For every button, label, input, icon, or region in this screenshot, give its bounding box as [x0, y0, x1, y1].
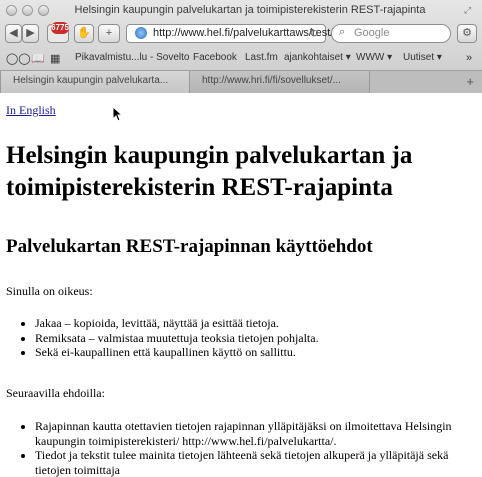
- fullscreen-icon[interactable]: ⤢: [464, 5, 476, 15]
- tab-inactive[interactable]: http://www.hri.fi/fi/sovellukset/...: [190, 71, 370, 93]
- book-icon[interactable]: 📖: [31, 52, 45, 65]
- list-item: Jakaa – kopioida, levittää, näyttää ja e…: [35, 316, 475, 331]
- tab-label: Helsingin kaupungin palvelukarta...: [13, 75, 169, 86]
- gear-icon: ⚙: [462, 27, 472, 39]
- search-field[interactable]: ⌕ Google: [331, 24, 451, 43]
- more-chevron-icon[interactable]: »: [466, 52, 472, 64]
- bookmark-item[interactable]: Pikavalmistu...lu - Sovelto: [75, 52, 190, 63]
- add-bookmark-button[interactable]: +: [98, 24, 120, 43]
- globe-icon: [135, 27, 147, 39]
- hand-icon: ✋: [77, 27, 91, 39]
- url-text: http://www.hel.fi/palvelukarttaws/rest/: [153, 27, 334, 39]
- page-title: Helsingin kaupungin palvelukartan ja toi…: [6, 142, 413, 201]
- conditions-intro: Seuraavilla ehdoilla:: [6, 386, 105, 400]
- reading-list-icon[interactable]: ◯◯: [6, 52, 31, 65]
- list-item: Rajapinnan kautta otettavien tietojen ra…: [35, 419, 475, 448]
- bookmark-folder[interactable]: WWW ▾: [356, 52, 392, 63]
- english-link[interactable]: In English: [6, 103, 56, 118]
- close-window-button[interactable]: [6, 5, 17, 16]
- list-item: Tiedot ja tekstit tulee mainita tietojen…: [35, 448, 475, 477]
- back-arrow-icon: ◀: [9, 27, 18, 39]
- bookmark-folder[interactable]: ajankohtaiset ▾: [284, 52, 351, 63]
- mouse-pointer-icon: [112, 106, 122, 122]
- title-bar: Helsingin kaupungin palvelukartan ja toi…: [0, 0, 482, 22]
- settings-button[interactable]: ⚙: [457, 24, 477, 43]
- back-button[interactable]: ◀: [5, 24, 22, 43]
- rights-list: Jakaa – kopioida, levittää, näyttää ja e…: [0, 316, 475, 360]
- bookmark-folder[interactable]: Uutiset ▾: [403, 52, 442, 63]
- toolbar: ◀ ▶ 6775 ✋ + http://www.hel.fi/palveluka…: [0, 22, 482, 46]
- zoom-window-button[interactable]: [38, 5, 49, 16]
- privacy-button[interactable]: ✋: [74, 24, 94, 43]
- search-placeholder: Google: [354, 27, 390, 39]
- browser-chrome: Helsingin kaupungin palvelukartan ja toi…: [0, 0, 482, 93]
- search-icon: ⌕: [339, 26, 346, 38]
- conditions-list: Rajapinnan kautta otettavien tietojen ra…: [0, 419, 475, 477]
- list-item: Sekä ei-kaupallinen että kaupallinen käy…: [35, 345, 475, 360]
- plus-icon: +: [105, 27, 113, 39]
- page-subtitle: Palvelukartan REST-rajapinnan käyttöehdo…: [6, 236, 373, 257]
- top-sites-icon[interactable]: ▦: [50, 52, 60, 65]
- tab-bar: Helsingin kaupungin palvelukarta... http…: [0, 70, 482, 93]
- notification-badge: 6775: [51, 22, 69, 34]
- bookmark-item[interactable]: Facebook: [193, 52, 237, 63]
- list-item: Remiksata – valmistaa muutettuja teoksia…: [35, 331, 475, 346]
- bookmark-item[interactable]: Last.fm: [245, 52, 278, 63]
- tab-label: http://www.hri.fi/fi/sovellukset/...: [202, 75, 341, 86]
- forward-arrow-icon: ▶: [26, 27, 35, 39]
- new-tab-icon[interactable]: +: [466, 74, 474, 89]
- window-title: Helsingin kaupungin palvelukartan ja toi…: [74, 4, 426, 16]
- reload-icon[interactable]: ↻: [309, 26, 319, 40]
- tab-active[interactable]: Helsingin kaupungin palvelukarta...: [0, 71, 190, 93]
- rights-intro: Sinulla on oikeus:: [6, 284, 93, 298]
- minimize-window-button[interactable]: [22, 5, 33, 16]
- page-content: In English Helsingin kaupungin palveluka…: [0, 93, 482, 477]
- forward-button[interactable]: ▶: [22, 24, 39, 43]
- bookmarks-bar: ◯◯ 📖 ▦ Pikavalmistu...lu - Sovelto Faceb…: [0, 47, 482, 69]
- address-bar[interactable]: http://www.hel.fi/palvelukarttaws/rest/ …: [126, 24, 333, 43]
